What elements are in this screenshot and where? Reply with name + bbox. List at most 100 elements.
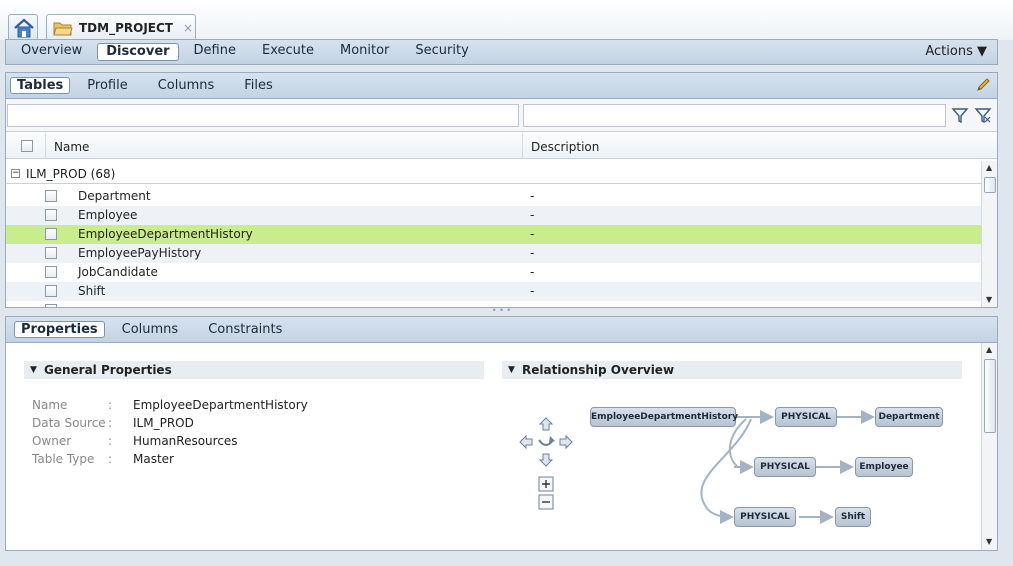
scroll-up-icon[interactable]: ▲: [986, 345, 992, 354]
select-all-checkbox[interactable]: [21, 140, 33, 152]
table-row[interactable]: Department -: [6, 187, 981, 206]
tab-constraints[interactable]: Constraints: [195, 322, 295, 337]
bottom-bar: [0, 551, 1013, 566]
scroll-up-icon[interactable]: ▲: [986, 163, 992, 172]
property-key: Data Source: [32, 416, 106, 430]
scroll-thumb[interactable]: [984, 177, 996, 193]
nav-security[interactable]: Security: [404, 43, 479, 61]
column-header-description[interactable]: Description: [531, 140, 599, 154]
relationship-target-node[interactable]: Department: [875, 407, 943, 427]
nav-define[interactable]: Define: [183, 43, 247, 61]
filter-bar: [6, 99, 997, 132]
project-tab[interactable]: TDM_PROJECT ×: [46, 14, 196, 40]
relationship-overview-header[interactable]: ▼ Relationship Overview: [502, 361, 962, 379]
panel-splitter[interactable]: • • •: [5, 307, 998, 316]
name-filter-input[interactable]: [7, 104, 519, 127]
nav-discover[interactable]: Discover: [97, 43, 179, 61]
general-properties-header[interactable]: ▼ General Properties: [24, 361, 484, 379]
project-tab-title: TDM_PROJECT: [79, 20, 173, 35]
row-description: -: [530, 265, 535, 279]
row-name: EmployeePayHistory: [78, 246, 202, 260]
relationship-node-source[interactable]: EmployeeDepartmentHistory: [590, 407, 738, 427]
table-scrollbar[interactable]: ▲ ▼: [981, 161, 997, 307]
column-divider: [522, 133, 523, 159]
property-key: Name: [32, 398, 68, 412]
group-row[interactable]: − ILM_PROD (68): [6, 164, 981, 184]
scroll-down-icon[interactable]: ▼: [986, 537, 992, 546]
pan-left-icon[interactable]: [519, 434, 533, 450]
column-header-name[interactable]: Name: [54, 140, 89, 154]
actions-label: Actions: [925, 44, 973, 59]
chevron-down-icon: ▼: [977, 44, 987, 59]
nav-execute[interactable]: Execute: [251, 43, 325, 61]
scroll-down-icon[interactable]: ▼: [986, 295, 992, 304]
row-checkbox[interactable]: [45, 247, 57, 259]
row-name: EmployeeDepartmentHistory: [78, 227, 253, 241]
table-row-selected[interactable]: EmployeeDepartmentHistory -: [6, 225, 981, 244]
row-description: -: [530, 189, 535, 203]
group-label: ILM_PROD (68): [26, 167, 116, 181]
filter-icon[interactable]: [951, 106, 969, 124]
row-description: -: [530, 208, 535, 222]
row-name: Employee: [78, 208, 138, 222]
navigation-controls: [519, 417, 573, 510]
clear-filter-icon[interactable]: [974, 106, 992, 124]
close-icon[interactable]: ×: [183, 21, 193, 35]
home-icon: [14, 18, 34, 38]
tab-profile[interactable]: Profile: [74, 78, 140, 93]
property-value: Master: [133, 452, 174, 466]
nav-monitor[interactable]: Monitor: [329, 43, 400, 61]
table-row[interactable]: EmployeePayHistory -: [6, 244, 981, 263]
row-checkbox: [45, 304, 57, 307]
row-checkbox[interactable]: [45, 190, 57, 202]
description-filter-input[interactable]: [523, 104, 946, 127]
nav-overview[interactable]: Overview: [10, 43, 93, 61]
table-row[interactable]: Shift -: [6, 282, 981, 301]
zoom-in-icon[interactable]: [538, 476, 554, 492]
pan-up-icon[interactable]: [538, 417, 554, 431]
relationship-type-node[interactable]: PHYSICAL: [754, 457, 816, 477]
row-checkbox[interactable]: [45, 266, 57, 278]
property-key: Owner: [32, 434, 72, 448]
tab-files[interactable]: Files: [231, 78, 286, 93]
collapse-icon[interactable]: −: [11, 169, 20, 178]
main-nav: Overview Discover Define Execute Monitor…: [5, 39, 998, 65]
relationship-type-node[interactable]: PHYSICAL: [775, 407, 837, 427]
pan-down-icon[interactable]: [538, 453, 554, 467]
row-checkbox[interactable]: [45, 285, 57, 297]
properties-scrollbar[interactable]: ▲ ▼: [981, 343, 997, 550]
property-value: EmployeeDepartmentHistory: [133, 398, 308, 412]
relationship-overview-title: Relationship Overview: [522, 363, 675, 377]
column-divider: [45, 133, 46, 159]
property-value: HumanResources: [133, 434, 238, 448]
properties-panel: Properties Columns Constraints ▼ General…: [5, 316, 998, 551]
row-name: Department: [78, 189, 151, 203]
property-key: Table Type: [32, 452, 95, 466]
pencil-icon[interactable]: [975, 77, 991, 93]
table-row[interactable]: Employee -: [6, 206, 981, 225]
row-checkbox[interactable]: [45, 228, 57, 240]
zoom-out-icon[interactable]: [538, 494, 554, 510]
tab-properties[interactable]: Properties: [14, 321, 105, 338]
row-name: JobCandidate: [78, 265, 158, 279]
property-separator: :: [108, 398, 113, 412]
tab-detail-columns[interactable]: Columns: [109, 322, 192, 337]
property-separator: :: [108, 452, 113, 466]
property-separator: :: [108, 434, 113, 448]
relationship-target-node[interactable]: Shift: [835, 507, 871, 527]
detail-nav: Properties Columns Constraints: [6, 317, 997, 343]
property-separator: :: [108, 416, 113, 430]
table-row[interactable]: JobCandidate -: [6, 263, 981, 282]
pan-right-icon[interactable]: [559, 434, 573, 450]
folder-icon: [53, 22, 73, 35]
reset-view-icon[interactable]: [538, 436, 555, 446]
relationship-target-node[interactable]: Employee: [855, 457, 913, 477]
home-tab[interactable]: [8, 14, 38, 40]
tab-columns[interactable]: Columns: [145, 78, 228, 93]
tab-tables[interactable]: Tables: [10, 77, 71, 94]
row-name: Shift: [78, 284, 106, 298]
scroll-thumb[interactable]: [984, 359, 996, 433]
row-checkbox[interactable]: [45, 209, 57, 221]
actions-menu[interactable]: Actions ▼: [925, 44, 987, 59]
relationship-type-node[interactable]: PHYSICAL: [734, 507, 796, 527]
